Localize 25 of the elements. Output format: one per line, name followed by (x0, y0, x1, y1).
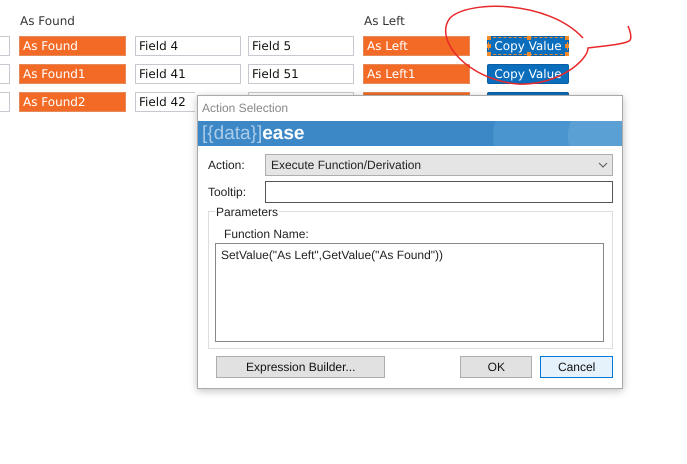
text-field[interactable] (0, 64, 10, 84)
action-dropdown[interactable]: Execute Function/Derivation (265, 154, 613, 176)
logo: [{data}]ease (201, 122, 305, 144)
dialog-button[interactable]: Expression Builder... (216, 356, 386, 378)
text-field[interactable]: Field 42 (135, 92, 195, 112)
dialog-button[interactable]: OK (460, 356, 532, 378)
text-field[interactable] (0, 92, 10, 112)
function-field[interactable]: SetValue("As Left",GetValue("As Found")) (215, 243, 604, 342)
text-field[interactable]: Field 51 (248, 64, 354, 84)
chevron-down-icon (598, 162, 608, 168)
function-name-label: Function Name: (223, 228, 310, 240)
copy-button[interactable]: Copy Value (487, 64, 569, 84)
text-field[interactable]: Field 41 (135, 64, 241, 84)
tooltip-field[interactable] (265, 181, 613, 203)
text-field[interactable] (0, 36, 10, 56)
column-label: As Left (363, 14, 406, 28)
copy-button[interactable]: Copy Value (487, 36, 569, 56)
text-field[interactable]: Field 5 (248, 36, 354, 56)
action-label: Action: (208, 158, 246, 172)
dialog-title: Action Selection (201, 100, 290, 117)
text-field[interactable]: Field 4 (135, 36, 241, 56)
group-title: Parameters (215, 206, 280, 218)
column-label: As Found (19, 14, 76, 28)
tooltip-label: Tooltip: (208, 185, 248, 199)
dialog-button[interactable]: Cancel (540, 356, 613, 378)
